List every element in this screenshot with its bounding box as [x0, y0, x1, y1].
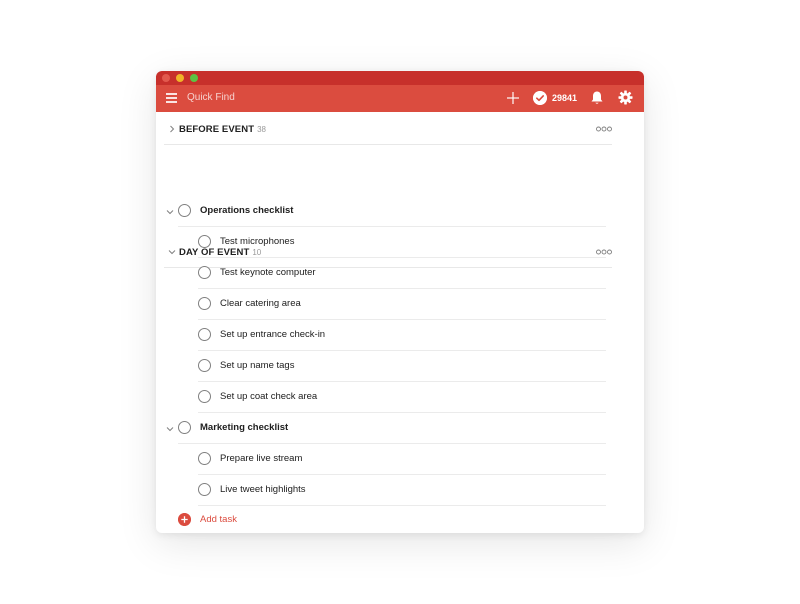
- task-item[interactable]: Live tweet highlights: [198, 475, 606, 506]
- task-checkbox[interactable]: [178, 204, 191, 217]
- task-checkbox[interactable]: [198, 235, 211, 248]
- task-item[interactable]: Set up entrance check-in: [198, 320, 606, 351]
- karma-icon: [533, 91, 547, 105]
- task-checkbox[interactable]: [198, 297, 211, 310]
- task-label: Prepare live stream: [220, 453, 303, 464]
- gear-icon[interactable]: [618, 90, 633, 105]
- quick-find-input[interactable]: Quick Find: [187, 91, 235, 105]
- task-checkbox[interactable]: [198, 390, 211, 403]
- task-checkbox[interactable]: [178, 421, 191, 434]
- task-label: Test microphones: [220, 236, 295, 247]
- task-checkbox[interactable]: [198, 328, 211, 341]
- bell-icon[interactable]: [590, 90, 604, 106]
- task-label: Set up coat check area: [220, 391, 318, 402]
- chevron-down-icon[interactable]: [166, 425, 174, 433]
- task-label: Clear catering area: [220, 298, 301, 309]
- task-item[interactable]: Test microphones: [198, 227, 606, 258]
- top-toolbar: Quick Find 29841: [156, 85, 644, 112]
- task-checkbox[interactable]: [198, 483, 211, 496]
- task-item[interactable]: Set up coat check area: [198, 382, 606, 413]
- task-operations-checklist[interactable]: Operations checklist: [166, 196, 606, 227]
- close-window-button[interactable]: [162, 74, 170, 82]
- task-checkbox[interactable]: [198, 266, 211, 279]
- task-checkbox[interactable]: [198, 359, 211, 372]
- chevron-down-icon[interactable]: [168, 248, 176, 256]
- task-checkbox[interactable]: [198, 452, 211, 465]
- task-item[interactable]: Prepare live stream: [198, 444, 606, 475]
- task-label: Marketing checklist: [200, 422, 289, 433]
- plus-icon[interactable]: [506, 91, 520, 105]
- task-label: Set up name tags: [220, 360, 295, 371]
- chevron-down-icon[interactable]: [166, 208, 174, 216]
- add-icon: [178, 513, 191, 526]
- section-before-event[interactable]: BEFORE EVENT 38: [164, 115, 612, 145]
- task-item[interactable]: Set up name tags: [198, 351, 606, 382]
- zoom-window-button[interactable]: [190, 74, 198, 82]
- title-bar: [156, 71, 644, 85]
- app-window: Quick Find 29841 BEFORE EVENT 38 DAY OF …: [156, 71, 644, 533]
- task-item[interactable]: Clear catering area: [198, 289, 606, 320]
- section-title: BEFORE EVENT 38: [179, 124, 267, 135]
- task-label: Live tweet highlights: [220, 484, 306, 495]
- more-icon[interactable]: [596, 125, 612, 133]
- task-list: BEFORE EVENT38 DAY OF EVENT10 .content .…: [156, 112, 644, 533]
- section-count: 38: [257, 125, 267, 134]
- minimize-window-button[interactable]: [176, 74, 184, 82]
- menu-icon[interactable]: [166, 92, 177, 104]
- task-item[interactable]: Test keynote computer: [198, 258, 606, 289]
- task-label: Set up entrance check-in: [220, 329, 326, 340]
- task-label: Test keynote computer: [220, 267, 316, 278]
- chevron-right-icon[interactable]: [168, 125, 176, 133]
- add-task-label: Add task: [200, 514, 237, 525]
- task-marketing-checklist[interactable]: Marketing checklist: [166, 413, 606, 444]
- karma-score: 29841: [552, 93, 578, 103]
- task-label: Operations checklist: [200, 205, 294, 216]
